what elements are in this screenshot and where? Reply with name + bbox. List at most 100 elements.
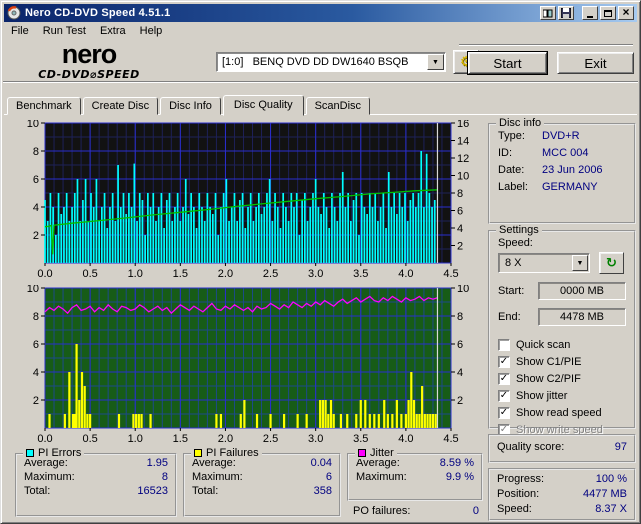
speed-select[interactable]: 8 X ▼ [498,253,590,273]
checkbox-box[interactable]: ✓ [498,372,510,385]
nero-logo-text: nero [61,39,118,69]
menu-bar: File Run Test Extra Help [4,22,637,40]
pi-errors-title: PI Errors [38,447,82,459]
settings-checkboxes: Quick scan ✓ Show C1/PIE ✓ Show C2/PIF ✓ Show … [498,336,634,438]
close-icon: × [622,5,630,19]
cdspeed-logo-text: CD-DVD⌀SPEED [38,68,140,81]
svg-text:2.5: 2.5 [263,433,278,445]
svg-text:16: 16 [457,120,469,130]
svg-text:8: 8 [457,311,463,323]
pi-errors-avg-value: 1.95 [146,457,168,469]
maximize-icon [604,9,612,17]
jitter-max-label: Maximum: [356,471,407,483]
checkbox-show-jitter[interactable]: ✓ Show jitter [498,387,634,404]
pi-errors-panel: PI Errors Average: 1.95 Maximum: 8 Total: 1… [15,447,177,517]
checkbox-show-read-speed[interactable]: ✓ Show read speed [498,404,634,421]
svg-text:6: 6 [33,174,39,186]
checkbox-box[interactable] [498,338,510,351]
chevron-down-icon: ▼ [576,259,584,267]
tab-scandisc[interactable]: ScanDisc [305,97,371,115]
tab-create-disc[interactable]: Create Disc [82,97,159,115]
po-failures-label: PO failures: [353,505,411,517]
exit-button[interactable]: Exit [557,52,634,74]
pi-failures-avg-value: 0.04 [310,457,332,469]
svg-text:0.5: 0.5 [82,433,97,445]
tab-bar: Benchmark Create Disc Disc Info Disc Qua… [7,94,372,116]
svg-text:0.5: 0.5 [82,268,97,280]
settings-title: Settings [499,224,539,236]
pi-failures-max-value: 6 [325,471,332,483]
quality-score-label: Quality score: [497,441,565,453]
tab-benchmark[interactable]: Benchmark [7,97,81,115]
drive-select[interactable]: [1:0] BENQ DVD DD DW1640 BSQB ▼ [216,52,446,72]
quality-score-value: 97 [614,441,627,453]
checkbox-box[interactable]: ✓ [498,355,510,368]
start-position-field[interactable]: 0000 MB [538,282,626,300]
menu-run-test[interactable]: Run Test [36,23,93,39]
checkbox-box[interactable]: ✓ [498,406,510,419]
checkbox-label: Quick scan [516,338,571,351]
svg-text:1.0: 1.0 [128,268,143,280]
pi-failures-total-label: Total: [192,485,219,497]
tab-disc-quality[interactable]: Disc Quality [222,95,304,116]
po-failures-value: 0 [472,505,479,517]
svg-text:2: 2 [457,395,463,407]
svg-text:6: 6 [33,339,39,351]
svg-text:1.5: 1.5 [173,268,188,280]
close-button[interactable]: × [618,6,634,20]
checkbox-quick-scan[interactable]: Quick scan [498,336,634,353]
svg-text:4: 4 [457,367,463,379]
progress-label: Progress: [497,473,545,485]
refresh-icon: ↻ [606,255,617,271]
end-position-label: End: [498,311,521,323]
chevron-down-icon: ▼ [432,58,439,66]
pi-failures-panel: PI Failures Average: 0.04 Maximum: 6 Total… [183,447,341,517]
drive-select-dropdown-button[interactable]: ▼ [427,54,444,70]
tab-disc-info[interactable]: Disc Info [160,97,221,115]
svg-text:2: 2 [33,395,39,407]
disc-type-value: DVD+R [542,130,580,142]
position-label: Position: [497,488,540,500]
disc-type-label: Type: [498,130,525,142]
save-button[interactable] [558,6,574,20]
svg-text:2: 2 [33,230,39,242]
refresh-speed-button[interactable]: ↻ [599,252,624,274]
checkbox-show-c2-pif[interactable]: ✓ Show C2/PIF [498,370,634,387]
disc-date-value: 23 Jun 2006 [542,164,603,176]
svg-text:4: 4 [457,223,463,235]
svg-text:4.5: 4.5 [443,268,458,280]
speed-readout-label: Speed: [497,503,532,515]
pi-errors-max-value: 8 [161,471,168,483]
svg-text:6: 6 [457,206,463,218]
speed-select-dropdown-button[interactable]: ▼ [572,255,588,271]
title-bar[interactable]: Nero CD-DVD Speed 4.51.1 × [4,4,637,22]
po-failures-row: PO failures: 0 [351,505,481,517]
svg-text:14: 14 [457,136,469,148]
end-position-field[interactable]: 4478 MB [538,308,626,326]
minimize-button[interactable] [582,6,598,20]
checkbox-box[interactable]: ✓ [498,389,510,402]
svg-text:4: 4 [33,202,39,214]
checkbox-label: Show jitter [516,389,568,402]
pi-failures-swatch [194,449,202,457]
svg-text:4.5: 4.5 [443,433,458,445]
start-button[interactable]: Start [468,52,547,74]
menu-help[interactable]: Help [133,23,170,39]
svg-text:10: 10 [27,285,39,295]
jitter-avg-value: 8.59 % [439,457,474,469]
header-separator [3,81,638,83]
svg-text:1.5: 1.5 [173,433,188,445]
svg-text:2.0: 2.0 [218,433,233,445]
window-title: Nero CD-DVD Speed 4.51.1 [25,7,171,19]
disc-id-value: MCC 004 [542,147,589,159]
maximize-button[interactable] [600,6,616,20]
menu-extra[interactable]: Extra [93,23,133,39]
menu-file[interactable]: File [4,23,36,39]
svg-text:10: 10 [457,285,469,295]
svg-text:12: 12 [457,153,469,165]
pi-errors-chart: 2 4 6 8 10 2 4 6 8 10 12 14 16 0.0 0.5 1.0 1.5 2.0 2.5 3.0 3… [27,120,470,280]
disc-info-window-button[interactable] [540,6,556,20]
disc-date-label: Date: [498,164,525,176]
checkbox-show-c1-pie[interactable]: ✓ Show C1/PIE [498,353,634,370]
app-window: Nero CD-DVD Speed 4.51.1 × File Run Test… [0,0,641,524]
